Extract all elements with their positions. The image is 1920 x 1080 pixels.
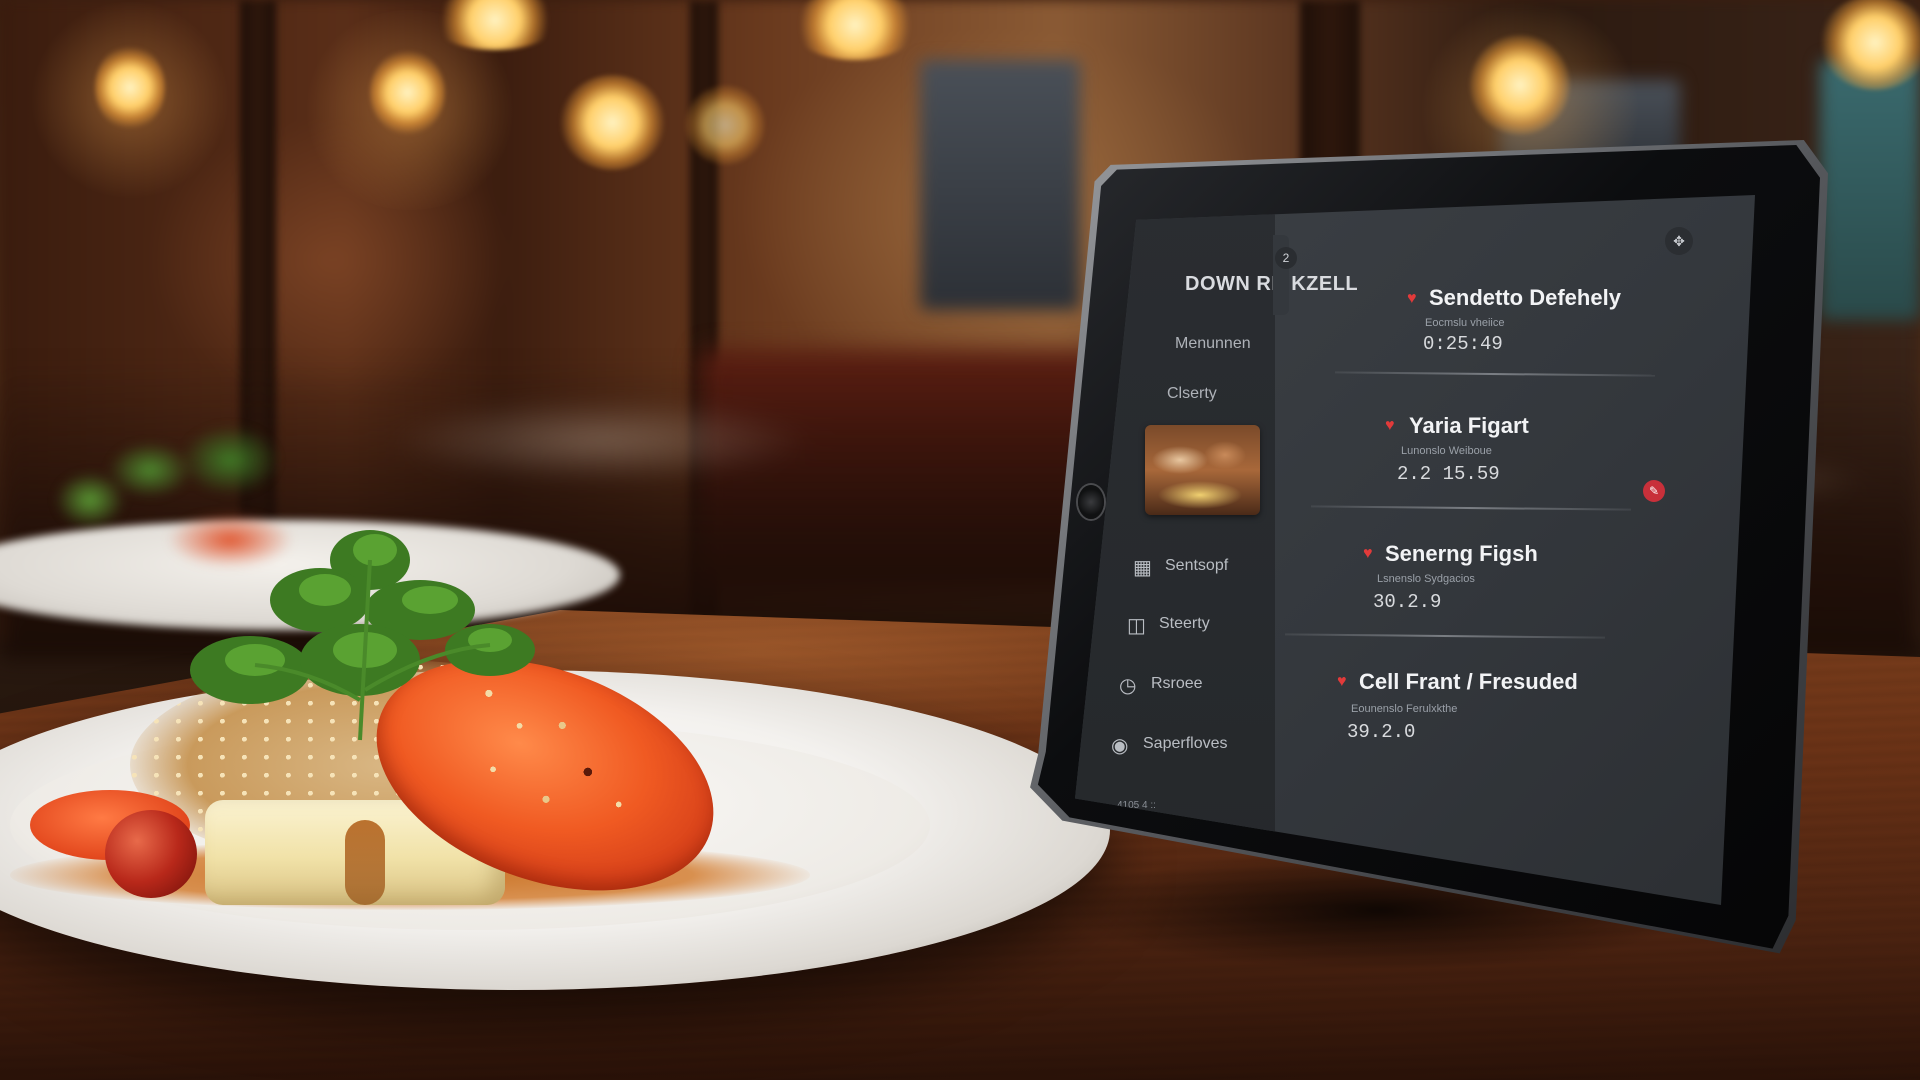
divider	[1334, 371, 1656, 377]
heart-icon[interactable]: ♥	[1363, 545, 1373, 563]
parsley-garnish	[190, 530, 535, 741]
tablet-screen: DOWN RE KZELL Menunnen Clserty ▦ Sentsop…	[1075, 195, 1755, 905]
cherry-tomato	[105, 810, 197, 898]
sidebar-item-steerty[interactable]: Steerty	[1159, 615, 1210, 633]
order-subtitle: Eocmslu vheiice	[1425, 317, 1505, 329]
bag-icon: ◫	[1127, 615, 1146, 637]
divider	[1284, 633, 1606, 639]
sidebar-item-rsroee[interactable]: Rsroee	[1151, 675, 1203, 693]
order-subtitle: Eounenslo Ferulxkthe	[1351, 703, 1458, 715]
clock-icon: ◷	[1119, 675, 1137, 697]
order-subtitle: Lsnenslo Sydgacios	[1377, 573, 1475, 585]
sidebar-item-sentsopf[interactable]: Sentsopf	[1165, 557, 1228, 575]
restaurant-scene: DOWN RE KZELL Menunnen Clserty ▦ Sentsop…	[0, 0, 1920, 1080]
order-subtitle: Lunonslo Weiboue	[1401, 445, 1492, 457]
collapse-badge[interactable]: 2	[1275, 247, 1297, 269]
alert-icon[interactable]: ✎	[1643, 480, 1665, 502]
brand-title: DOWN RE KZELL	[1185, 273, 1359, 295]
restaurant-thumbnail[interactable]	[1145, 425, 1260, 515]
order-time: 2.2 15.59	[1397, 463, 1500, 485]
settings-icon[interactable]: ✥	[1665, 227, 1693, 255]
order-time: 30.2.9	[1373, 591, 1442, 613]
heart-icon[interactable]: ♥	[1385, 417, 1395, 435]
person-icon: ◉	[1111, 735, 1129, 757]
sidebar-item-saperfloves[interactable]: Saperfloves	[1143, 735, 1228, 753]
pendant-lamp	[560, 75, 665, 170]
section-label[interactable]: Clserty	[1167, 385, 1217, 403]
order-title[interactable]: Senerng Figsh	[1385, 541, 1538, 567]
background-window	[920, 60, 1080, 310]
order-time: 0:25:49	[1423, 333, 1503, 355]
pendant-lamp	[370, 50, 445, 135]
menu-label[interactable]: Menunnen	[1175, 335, 1251, 353]
heart-icon[interactable]: ♥	[1337, 673, 1347, 691]
divider	[1310, 505, 1632, 511]
background-window	[1820, 60, 1920, 320]
order-title[interactable]: Cell Frant / Fresuded	[1359, 669, 1578, 695]
order-title[interactable]: Yaria Figart	[1409, 413, 1529, 439]
pendant-lamp	[95, 45, 165, 130]
order-title[interactable]: Sendetto Defehely	[1429, 285, 1621, 311]
sauce-drip	[345, 820, 385, 905]
grid-icon: ▦	[1133, 557, 1152, 579]
heart-icon[interactable]: ♥	[1407, 290, 1417, 308]
pendant-lamp	[1470, 35, 1570, 135]
order-time: 39.2.0	[1347, 721, 1416, 743]
pendant-lamp	[685, 85, 765, 165]
tablet-side-button	[1078, 485, 1104, 519]
